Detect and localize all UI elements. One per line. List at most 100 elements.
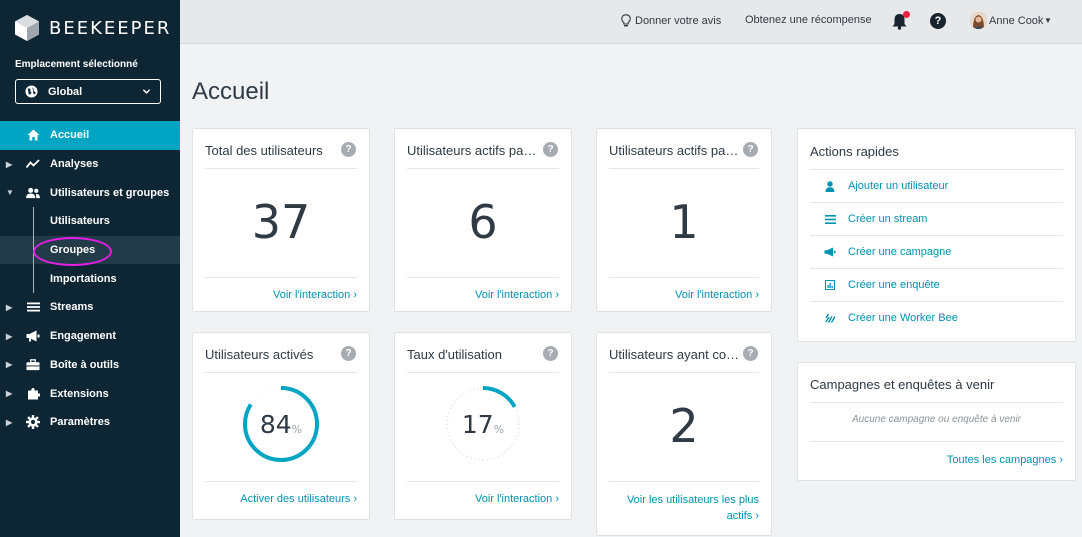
card-title: Taux d'utilisation	[407, 347, 502, 362]
reward-link[interactable]: Obtenez une récompense	[745, 14, 872, 26]
action-label: Créer une Worker Bee	[848, 312, 958, 324]
user-icon	[823, 179, 837, 193]
view-interaction-link[interactable]: Voir l'interaction ›	[475, 289, 559, 301]
gear-icon	[26, 415, 40, 430]
feedback-link[interactable]: Donner votre avis	[621, 14, 721, 27]
sidebar-item-analytics[interactable]: ▶ Analyses	[0, 150, 180, 179]
lightbulb-icon	[621, 14, 631, 27]
beekeeper-logo-icon	[15, 15, 39, 41]
divider	[810, 402, 1063, 403]
stat-value: 1	[669, 195, 699, 249]
create-survey-action[interactable]: Créer une enquête	[810, 268, 1063, 301]
sidebar-item-settings[interactable]: ▶ Paramètres	[0, 408, 180, 437]
sidebar-item-engagement[interactable]: ▶ Engagement	[0, 322, 180, 351]
home-icon	[26, 128, 40, 142]
stat-value: 6	[468, 195, 498, 249]
sidebar-item-streams[interactable]: ▶ Streams	[0, 293, 180, 322]
divider	[810, 441, 1063, 442]
chart-line-icon	[26, 157, 40, 171]
question-icon[interactable]: ?	[543, 346, 558, 361]
sidebar-nav: Accueil ▶ Analyses ▼ Utilisateurs et gro…	[0, 121, 180, 437]
page-title: Accueil	[192, 78, 270, 105]
sidebar-item-label: Utilisateurs et groupes	[50, 186, 170, 199]
location-select[interactable]: Global	[15, 79, 161, 104]
divider	[407, 481, 559, 482]
topbar: Donner votre avis Obtenez une récompense…	[180, 0, 1082, 44]
notification-dot	[903, 11, 910, 18]
sidebar-subitem-users[interactable]: Utilisateurs	[0, 207, 180, 236]
question-icon[interactable]: ?	[743, 142, 758, 157]
sidebar-item-extensions[interactable]: ▶ Extensions	[0, 379, 180, 408]
list-icon	[823, 212, 837, 226]
avatar[interactable]	[970, 12, 987, 29]
caret-down-icon[interactable]: ▼	[1044, 16, 1052, 25]
campaigns-title: Campagnes et enquêtes à venir	[810, 377, 995, 392]
view-interaction-link[interactable]: Voir l'interaction ›	[273, 289, 357, 301]
quick-actions-card: Actions rapides Ajouter un utilisateur C…	[797, 128, 1076, 342]
user-name[interactable]: Anne Cook	[989, 15, 1043, 27]
toolbox-icon	[26, 358, 40, 372]
card-active-users-1: Utilisateurs actifs pa… ? 6 Voir l'inter…	[394, 128, 572, 312]
sidebar-item-label: Streams	[50, 301, 94, 314]
card-title: Utilisateurs actifs pa…	[609, 143, 739, 158]
view-interaction-link[interactable]: Voir l'interaction ›	[675, 289, 759, 301]
quick-actions-title: Actions rapides	[810, 144, 899, 159]
most-active-users-link[interactable]: Voir les utilisateurs les plus actifs ›	[609, 492, 759, 524]
highlight-ellipse	[33, 237, 112, 266]
question-icon[interactable]: ?	[543, 142, 558, 157]
all-campaigns-link[interactable]: Toutes les campagnes ›	[947, 454, 1063, 466]
globe-icon	[25, 85, 38, 98]
reward-label: Obtenez une récompense	[745, 14, 872, 26]
sidebar-item-label: Paramètres	[50, 416, 110, 429]
chevron-down-icon	[142, 89, 151, 94]
action-label: Ajouter un utilisateur	[848, 180, 949, 192]
divider	[609, 481, 759, 482]
feedback-label: Donner votre avis	[635, 14, 722, 27]
question-icon[interactable]: ?	[341, 346, 356, 361]
view-interaction-link[interactable]: Voir l'interaction ›	[475, 493, 559, 505]
megaphone-icon	[823, 245, 837, 259]
puzzle-icon	[26, 387, 40, 401]
create-worker-bee-action[interactable]: Créer une Worker Bee	[810, 301, 1063, 334]
megaphone-icon	[26, 329, 40, 343]
sidebar-item-label: Utilisateurs	[50, 215, 110, 228]
sidebar-item-label: Engagement	[50, 330, 117, 343]
activate-users-link[interactable]: Activer des utilisateurs ›	[240, 493, 357, 505]
brand[interactable]: BEEKEEPER	[14, 14, 171, 42]
card-title: Total des utilisateurs	[205, 143, 323, 158]
card-users-with: Utilisateurs ayant co… ? 2 Voir les util…	[596, 332, 772, 536]
sidebar-item-home[interactable]: Accueil	[0, 121, 180, 150]
caret-right-icon: ▶	[6, 331, 13, 341]
divider	[205, 481, 357, 482]
empty-campaigns-text: Aucune campagne ou enquête à venir	[851, 414, 1021, 425]
action-label: Créer un stream	[848, 213, 928, 225]
sidebar-item-toolbox[interactable]: ▶ Boîte à outils	[0, 351, 180, 380]
card-title: Utilisateurs actifs pa…	[407, 143, 537, 158]
card-active-users-2: Utilisateurs actifs pa… ? 1 Voir l'inter…	[596, 128, 772, 312]
sidebar-subitem-imports[interactable]: Importations	[0, 264, 180, 293]
survey-icon	[823, 278, 837, 292]
sidebar-item-label: Boîte à outils	[50, 358, 120, 371]
sidebar-item-users-groups[interactable]: ▼ Utilisateurs et groupes	[0, 178, 180, 207]
question-icon[interactable]: ?	[341, 142, 356, 157]
action-label: Créer une enquête	[848, 279, 940, 291]
caret-right-icon: ▶	[6, 159, 13, 169]
campaigns-card: Campagnes et enquêtes à venir Aucune cam…	[797, 362, 1076, 481]
question-icon[interactable]: ?	[743, 346, 758, 361]
help-icon[interactable]: ?	[930, 13, 946, 29]
divider	[407, 372, 559, 373]
create-stream-action[interactable]: Créer un stream	[810, 202, 1063, 235]
location-value: Global	[48, 85, 83, 98]
card-usage-rate: Taux d'utilisation ? 17% Voir l'interact…	[394, 332, 572, 520]
caret-right-icon: ▶	[6, 360, 13, 370]
gauge-value: 84%	[259, 410, 303, 439]
stat-value: 37	[251, 195, 311, 249]
brand-name: BEEKEEPER	[49, 17, 172, 39]
add-user-action[interactable]: Ajouter un utilisateur	[810, 169, 1063, 202]
caret-right-icon: ▶	[6, 302, 13, 312]
worker-bee-icon	[823, 311, 837, 325]
stat-value: 2	[669, 399, 699, 453]
divider	[407, 168, 559, 169]
card-title: Utilisateurs activés	[205, 347, 314, 362]
create-campaign-action[interactable]: Créer une campagne	[810, 235, 1063, 268]
